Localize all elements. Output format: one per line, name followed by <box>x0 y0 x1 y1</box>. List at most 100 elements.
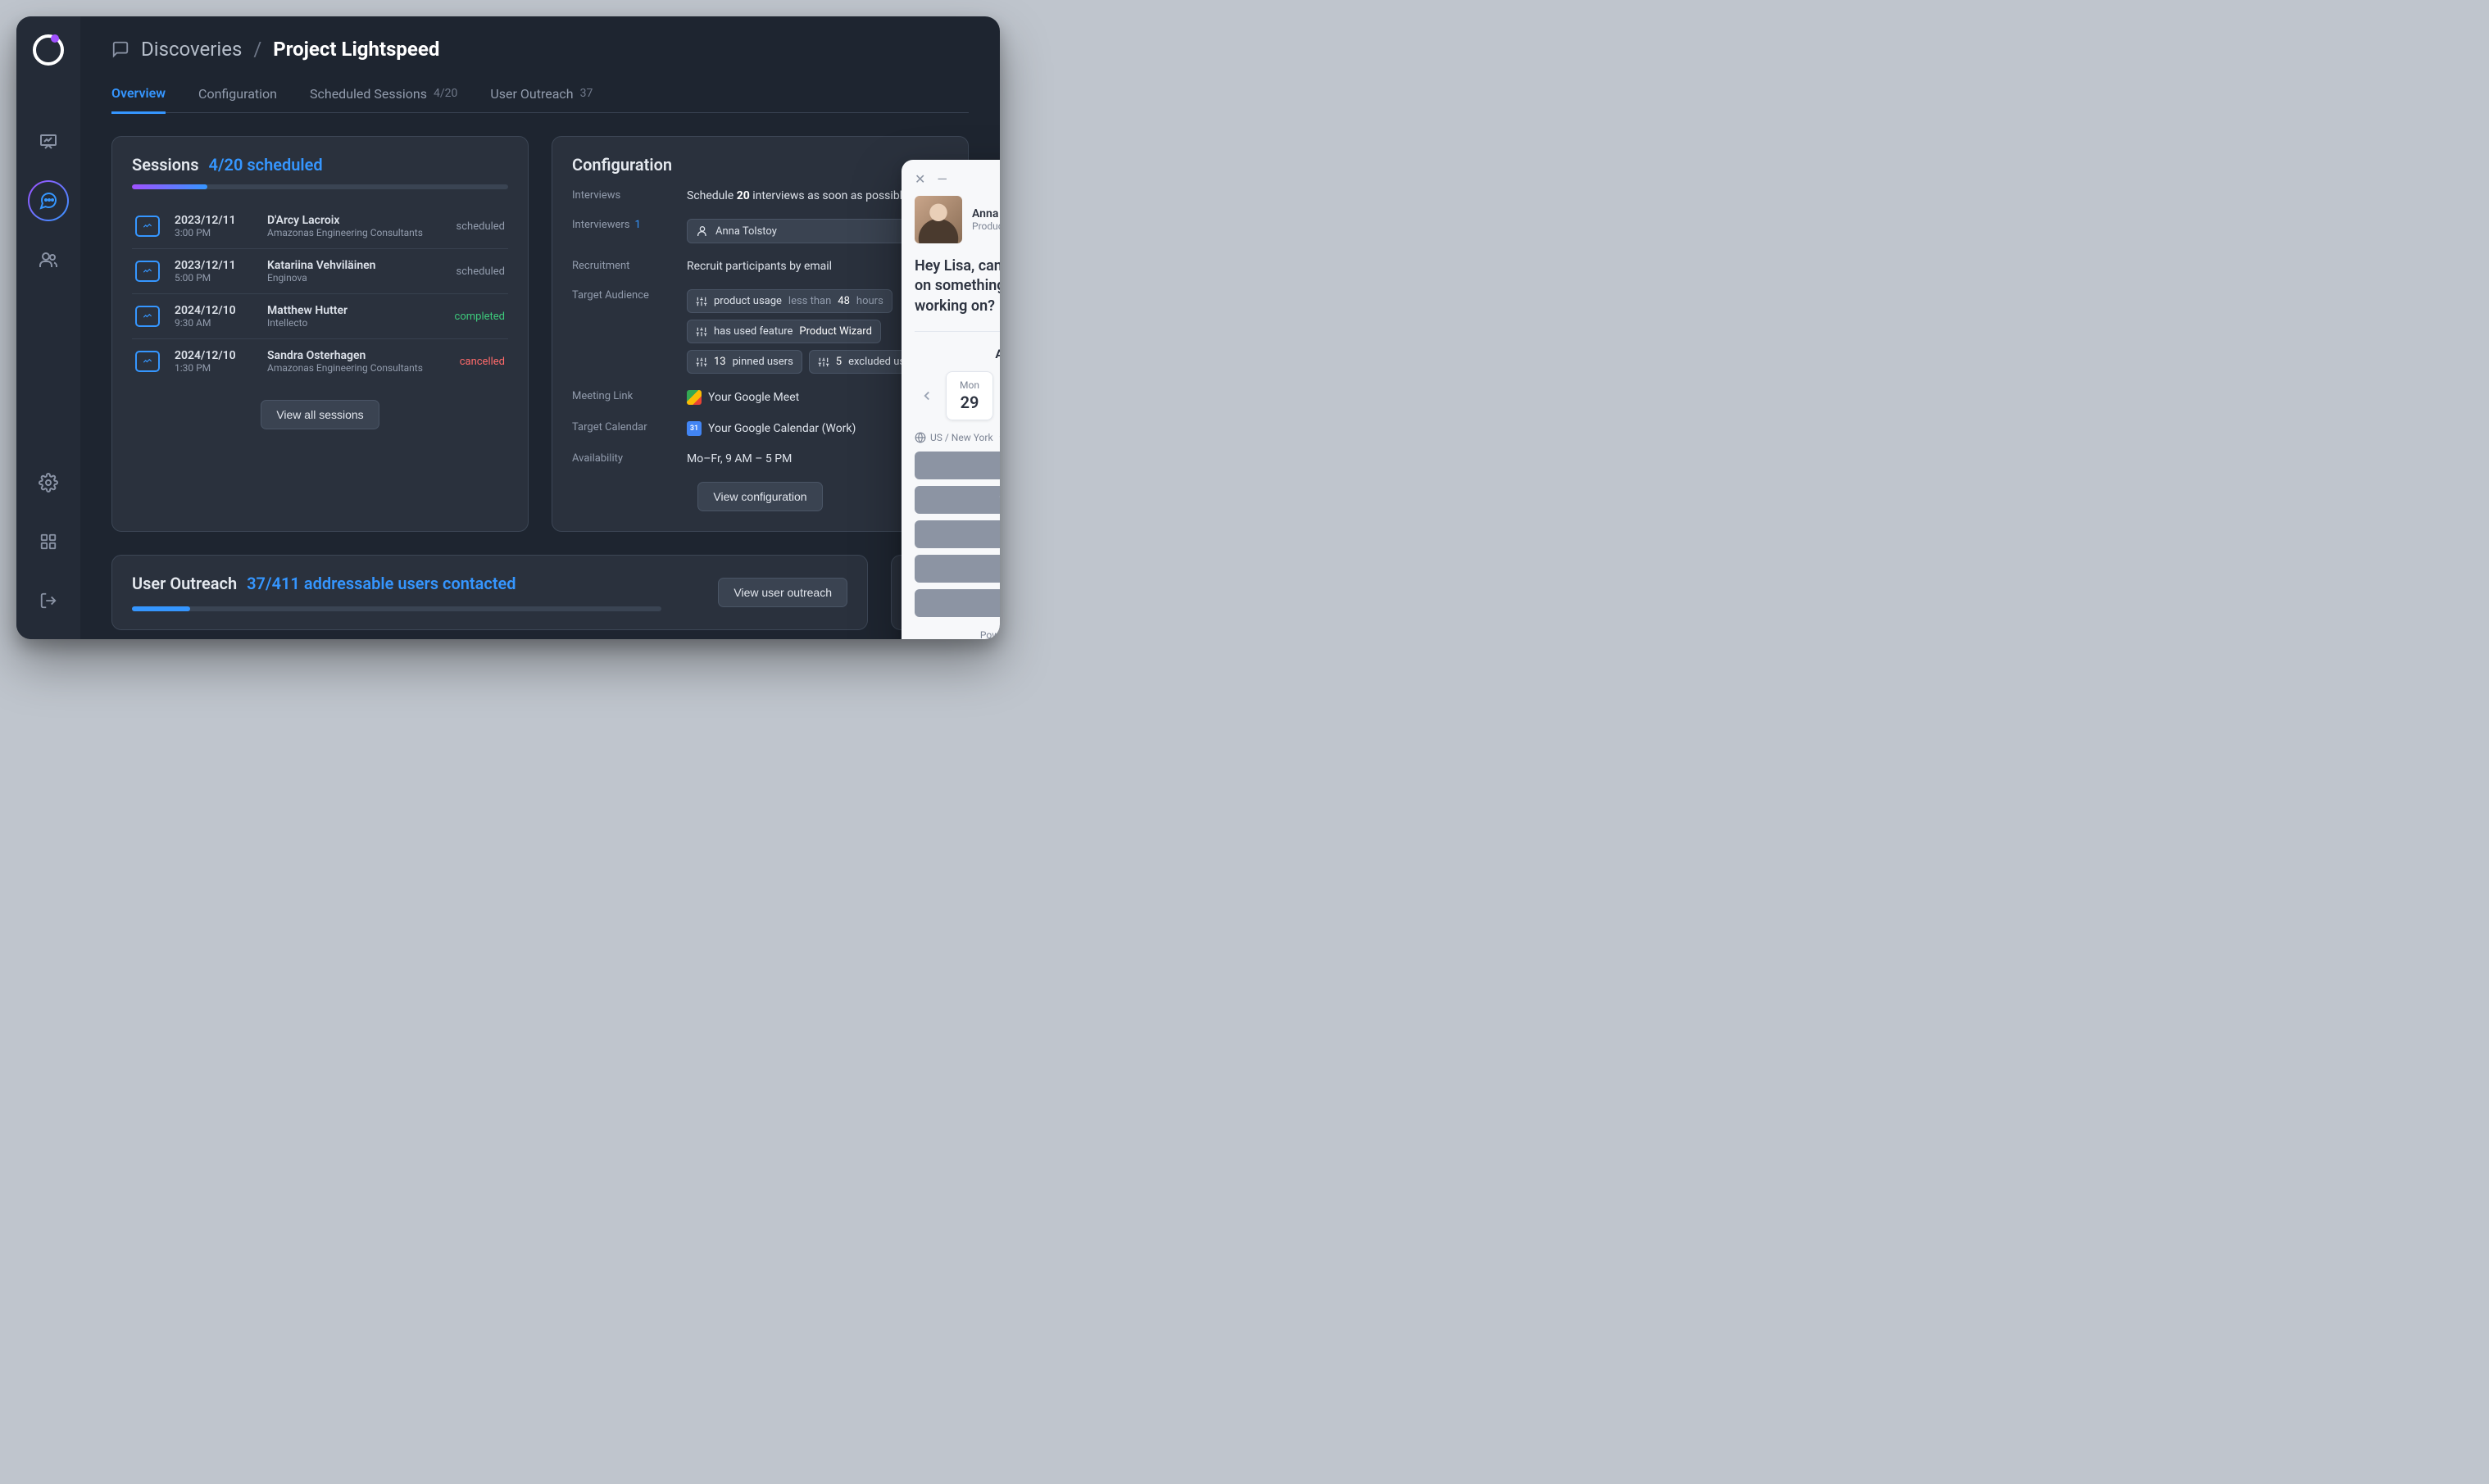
sessions-title: Sessions <box>132 155 199 175</box>
session-status: scheduled <box>456 220 505 233</box>
widget-person-title: Product Manager @ Unboxed <box>972 220 1000 232</box>
outreach-subtitle: 37/411 addressable users contacted <box>247 574 516 593</box>
tab-user-outreach[interactable]: User Outreach 37 <box>490 85 593 112</box>
calendar-month-header: April 2024 <box>915 347 1000 361</box>
nav-presentations-icon[interactable] <box>28 121 69 162</box>
session-org: Intellecto <box>267 317 440 329</box>
session-date: 2024/12/10 <box>175 349 252 362</box>
config-recruitment-label: Recruitment <box>572 260 670 272</box>
session-icon <box>135 306 160 327</box>
scheduling-widget: ✕ — Anna Tolstoy Product Manager @ Unbox… <box>902 160 1000 639</box>
session-list: 2023/12/11 3:00 PM D'Arcy Lacroix Amazon… <box>132 204 508 383</box>
config-title: Configuration <box>572 155 672 175</box>
session-time: 3:00 PM <box>175 227 252 238</box>
sessions-progress <box>132 184 508 189</box>
session-row[interactable]: 2024/12/10 1:30 PM Sandra Osterhagen Ama… <box>132 338 508 383</box>
date-option[interactable]: Mon 29 <box>946 371 993 420</box>
globe-icon <box>915 432 926 443</box>
time-slot[interactable]: 8:30 AM <box>915 452 1000 479</box>
target-chip[interactable]: 13pinned users <box>687 350 802 374</box>
date-dow: Mon <box>949 379 990 391</box>
session-row[interactable]: 2023/12/11 3:00 PM D'Arcy Lacroix Amazon… <box>132 204 508 248</box>
sessions-progress-fill <box>132 184 207 189</box>
timezone-selector[interactable]: US / New York <box>915 432 1000 443</box>
tab-count: 37 <box>580 87 593 100</box>
prev-dates-icon[interactable] <box>915 383 939 408</box>
nav-logout-icon[interactable] <box>28 580 69 621</box>
interviewer-name: Anna Tolstoy <box>715 225 777 238</box>
tab-scheduled-sessions[interactable]: Scheduled Sessions 4/20 <box>310 85 457 112</box>
session-row[interactable]: 2024/12/10 9:30 AM Matthew Hutter Intell… <box>132 293 508 338</box>
widget-person-name: Anna Tolstoy <box>972 207 1000 220</box>
target-chip[interactable]: has used featureProduct Wizard <box>687 320 881 343</box>
session-date: 2023/12/11 <box>175 259 252 272</box>
session-time: 9:30 AM <box>175 317 252 329</box>
config-interviewers-label: Interviewers1 <box>572 219 670 231</box>
time-slot[interactable]: 4:30 PM <box>915 555 1000 583</box>
config-interviews-label: Interviews <box>572 189 670 202</box>
google-calendar-icon <box>687 421 702 436</box>
app-window: Discoveries / Project Lightspeed Overvie… <box>16 16 1000 639</box>
tab-configuration[interactable]: Configuration <box>198 85 277 112</box>
nav-apps-icon[interactable] <box>28 521 69 562</box>
sessions-card: Sessions 4/20 scheduled 2023/12/11 3:00 … <box>111 136 529 532</box>
tab-count: 4/20 <box>434 87 457 100</box>
widget-minimize-icon[interactable]: — <box>937 173 947 186</box>
time-slot[interactable]: 7:00 PM <box>915 589 1000 617</box>
session-icon <box>135 216 160 237</box>
app-logo[interactable] <box>33 34 64 66</box>
date-num: 29 <box>949 393 990 412</box>
comment-icon <box>111 40 129 58</box>
breadcrumb-parent[interactable]: Discoveries <box>141 38 242 61</box>
config-meeting-link-label: Meeting Link <box>572 390 670 402</box>
sliders-icon <box>696 356 707 368</box>
session-org: Amazonas Engineering Consultants <box>267 227 442 238</box>
time-slot[interactable]: 12:00 PM <box>915 520 1000 548</box>
session-person: D'Arcy Lacroix <box>267 214 442 227</box>
breadcrumb-separator: / <box>253 38 261 61</box>
config-calendar-label: Target Calendar <box>572 421 670 433</box>
session-icon <box>135 351 160 372</box>
view-user-outreach-button[interactable]: View user outreach <box>718 578 847 607</box>
user-icon <box>696 225 709 238</box>
time-slot[interactable]: 10:00 AM <box>915 486 1000 514</box>
outreach-progress <box>132 606 661 611</box>
sidebar <box>16 16 80 639</box>
widget-message: Hey Lisa, can I get your feedback on som… <box>915 256 1000 332</box>
tab-label: User Outreach <box>490 86 573 102</box>
tab-label: Overview <box>111 85 166 101</box>
avatar <box>915 196 962 243</box>
session-status: completed <box>455 311 505 323</box>
config-availability-label: Availability <box>572 452 670 465</box>
widget-close-icon[interactable]: ✕ <box>915 173 925 186</box>
sessions-subtitle: 4/20 scheduled <box>209 155 323 175</box>
session-date: 2024/12/10 <box>175 304 252 317</box>
session-row[interactable]: 2023/12/11 5:00 PM Katariina Vehviläinen… <box>132 248 508 293</box>
outreach-progress-fill <box>132 606 190 611</box>
interviewers-count: 1 <box>635 219 641 231</box>
nav-users-icon[interactable] <box>28 239 69 280</box>
view-configuration-button[interactable]: View configuration <box>697 482 822 511</box>
nav-settings-icon[interactable] <box>28 462 69 503</box>
session-status: scheduled <box>456 265 505 278</box>
session-org: Enginova <box>267 272 442 284</box>
sliders-icon <box>696 326 707 338</box>
sliders-icon <box>696 296 707 307</box>
main-content: Discoveries / Project Lightspeed Overvie… <box>80 16 1000 639</box>
view-all-sessions-button[interactable]: View all sessions <box>261 400 379 429</box>
session-person: Katariina Vehviläinen <box>267 259 442 272</box>
breadcrumb: Discoveries / Project Lightspeed <box>111 38 969 61</box>
tab-label: Configuration <box>198 86 277 102</box>
breadcrumb-current: Project Lightspeed <box>273 38 439 61</box>
session-org: Amazonas Engineering Consultants <box>267 362 445 374</box>
session-date: 2023/12/11 <box>175 214 252 227</box>
nav-discoveries-icon[interactable] <box>28 180 69 221</box>
powered-by: Powered by orbital <box>915 629 1000 639</box>
session-icon <box>135 261 160 282</box>
target-chip[interactable]: product usageless than48hours <box>687 289 892 313</box>
chevron-down-icon <box>997 433 1000 442</box>
session-person: Sandra Osterhagen <box>267 349 445 362</box>
outreach-title: User Outreach <box>132 574 237 593</box>
session-time: 1:30 PM <box>175 362 252 374</box>
tab-overview[interactable]: Overview <box>111 85 166 114</box>
